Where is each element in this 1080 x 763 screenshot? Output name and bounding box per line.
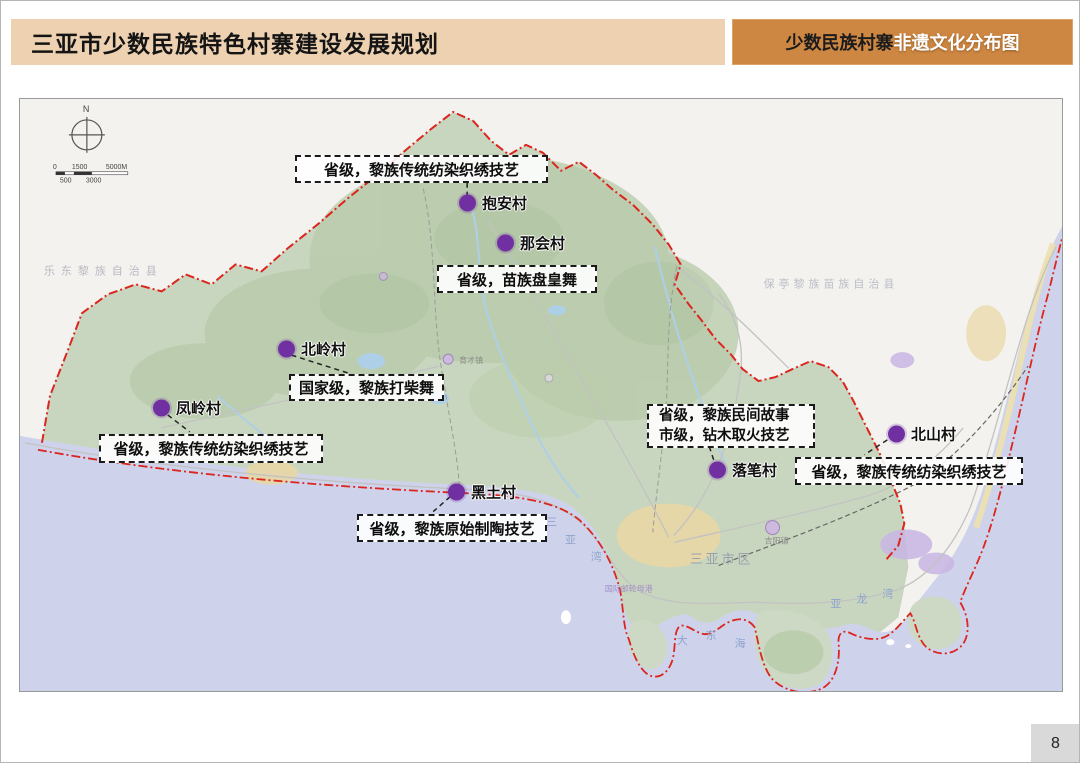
village-marker-baoan: 抱安村 <box>459 193 527 214</box>
annotation-box-beishan: 省级，黎族传统纺染织绣技艺 <box>795 457 1023 485</box>
subtitle-bar: 少数民族村寨非遗文化分布图 <box>732 19 1073 65</box>
annotation-box-nahui: 省级，苗族盘皇舞 <box>437 265 597 293</box>
poi-jiyang: 吉阳镇 <box>765 536 789 546</box>
svg-text:大: 大 <box>677 633 688 647</box>
svg-text:3000: 3000 <box>86 178 102 185</box>
svg-text:湾: 湾 <box>882 586 893 600</box>
annotation-text: 省级，黎族传统纺染织绣技艺 <box>113 438 308 459</box>
svg-text:海: 海 <box>735 636 746 650</box>
svg-text:三: 三 <box>546 517 557 529</box>
poi-yucai: 育才镇 <box>459 355 483 365</box>
slide: 三亚市少数民族特色村寨建设发展规划 少数民族村寨非遗文化分布图 <box>0 0 1080 763</box>
title-bar: 三亚市少数民族特色村寨建设发展规划 <box>11 19 725 65</box>
village-dot-icon <box>278 341 295 358</box>
poi-cruise-port: 国际邮轮母港 <box>605 583 653 593</box>
village-dot-icon <box>888 426 905 443</box>
village-marker-luobi: 落笔村 <box>709 460 777 481</box>
village-name: 那会村 <box>520 233 565 254</box>
page-title: 三亚市少数民族特色村寨建设发展规划 <box>31 25 439 59</box>
region-label-downtown: 三亚市区 <box>690 551 754 566</box>
annotation-box-baoan: 省级，黎族传统纺染织绣技艺 <box>295 155 548 183</box>
svg-text:1500: 1500 <box>72 164 88 171</box>
svg-text:东: 东 <box>706 629 717 642</box>
annotation-box-beiling: 国家级，黎族打柴舞 <box>289 374 444 401</box>
map-panel: N 0 1500 5000M 500 3000 乐东黎族自治县 保亭黎族苗族自治… <box>19 98 1063 692</box>
annotation-text: 省级，黎族原始制陶技艺 <box>369 518 534 539</box>
village-marker-beiling: 北岭村 <box>278 339 346 360</box>
annotation-text: 省级，黎族传统纺染织绣技艺 <box>811 461 1006 482</box>
annotation-box-heitu: 省级，黎族原始制陶技艺 <box>357 514 547 542</box>
annotation-box-fengling: 省级，黎族传统纺染织绣技艺 <box>99 434 323 463</box>
annotation-text: 省级，黎族传统纺染织绣技艺 <box>324 159 519 180</box>
svg-text:湾: 湾 <box>591 549 602 563</box>
svg-text:5000M: 5000M <box>106 164 128 171</box>
annotation-text: 国家级，黎族打柴舞 <box>299 377 434 398</box>
village-name: 落笔村 <box>732 460 777 481</box>
village-name: 凤岭村 <box>176 398 221 419</box>
village-marker-nahui: 那会村 <box>497 233 565 254</box>
village-name: 北山村 <box>911 424 956 445</box>
village-marker-heitu: 黑土村 <box>448 482 516 503</box>
annotation-text-line1: 省级，黎族民间故事 <box>659 406 790 426</box>
region-label-ledong: 乐东黎族自治县 <box>44 263 163 277</box>
subtitle-black-part: 少数民族村寨 <box>786 29 894 55</box>
village-name: 抱安村 <box>482 193 527 214</box>
region-label-baoting: 保亭黎族苗族自治县 <box>764 276 899 290</box>
annotation-text-line2: 市级，钻木取火技艺 <box>659 426 790 446</box>
page-number: 8 <box>1031 724 1080 763</box>
village-dot-icon <box>448 484 465 501</box>
village-name: 北岭村 <box>301 339 346 360</box>
village-dot-icon <box>497 235 514 252</box>
svg-text:500: 500 <box>60 178 72 185</box>
subtitle-white-part: 非遗文化分布图 <box>894 29 1020 55</box>
map-svg: N 0 1500 5000M 500 3000 乐东黎族自治县 保亭黎族苗族自治… <box>20 99 1062 691</box>
svg-text:亚: 亚 <box>565 535 576 547</box>
compass-label: N <box>83 104 89 114</box>
village-name: 黑土村 <box>471 482 516 503</box>
village-dot-icon <box>459 195 476 212</box>
village-marker-beishan: 北山村 <box>888 424 956 445</box>
village-marker-fengling: 凤岭村 <box>153 398 221 419</box>
annotation-box-luobi: 省级，黎族民间故事 市级，钻木取火技艺 <box>647 404 815 448</box>
annotation-text: 省级，苗族盘皇舞 <box>457 269 577 290</box>
village-dot-icon <box>709 462 726 479</box>
svg-text:亚: 亚 <box>830 598 841 610</box>
village-dot-icon <box>153 400 170 417</box>
svg-text:龙: 龙 <box>856 592 867 605</box>
svg-text:0: 0 <box>53 164 57 171</box>
